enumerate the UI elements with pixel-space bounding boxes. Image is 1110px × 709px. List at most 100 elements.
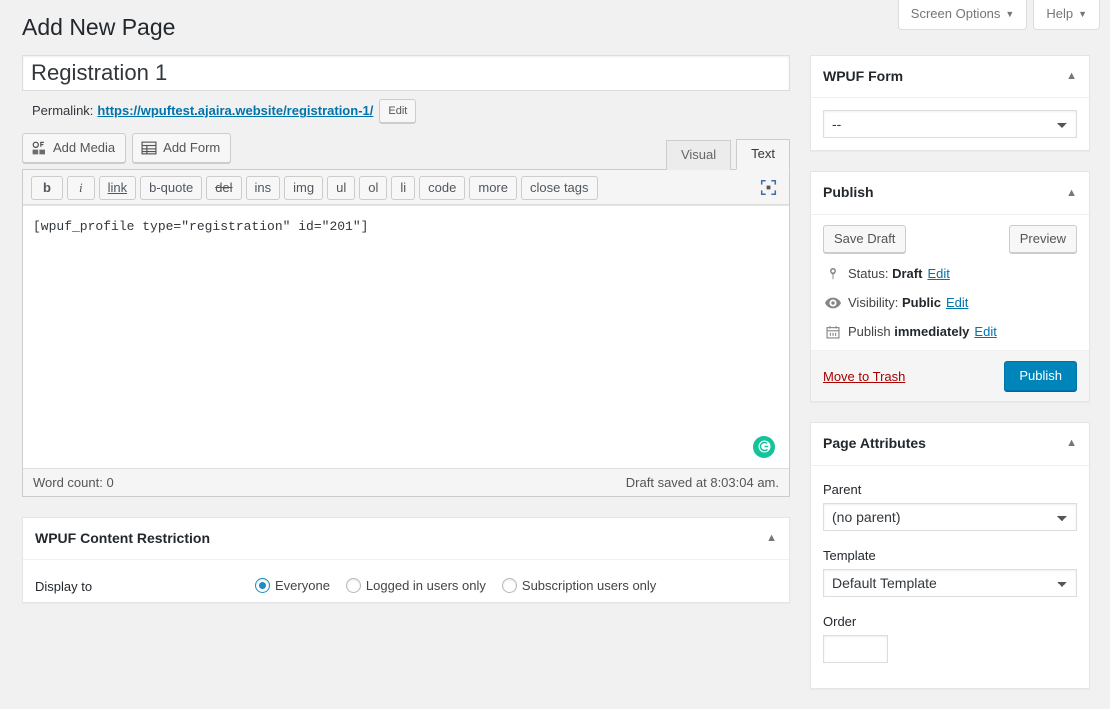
permalink-row: Permalink: https://wpuftest.ajaira.websi… — [22, 91, 790, 133]
quicktag-ol[interactable]: ol — [359, 175, 388, 200]
publish-visibility-row: Visibility: Public Edit — [811, 292, 1089, 313]
editor-content[interactable]: [wpuf_profile type="registration" id="20… — [23, 206, 789, 249]
edit-status-link[interactable]: Edit — [927, 266, 949, 281]
page-title-input[interactable] — [22, 54, 790, 91]
publish-time-value: immediately — [894, 324, 970, 340]
order-input[interactable] — [823, 634, 888, 663]
wpuf-content-restriction-box: WPUF Content Restriction ▲ Display to Ev… — [22, 516, 790, 604]
status-label: Status: — [848, 266, 889, 282]
page-attributes-title: Page Attributes — [823, 435, 926, 452]
publish-button[interactable]: Publish — [1004, 361, 1077, 392]
template-field-group: Template Default Template — [823, 544, 1077, 597]
quicktags-toolbar: b i link b-quote del ins img ul ol li co… — [23, 169, 789, 205]
pin-icon — [823, 267, 843, 281]
wpuf-form-box: WPUF Form ▲ -- — [810, 54, 1090, 152]
order-field-group: Order — [823, 610, 1077, 663]
add-form-button[interactable]: Add Form — [132, 132, 232, 163]
add-media-button[interactable]: Add Media — [22, 132, 127, 163]
media-icon — [31, 140, 47, 156]
radio-icon[interactable] — [255, 578, 270, 594]
chevron-down-icon: ▼ — [1078, 9, 1087, 19]
quicktag-more[interactable]: more — [469, 175, 517, 200]
page-attributes-body: Parent (no parent) Template Default Temp… — [811, 466, 1089, 688]
editor-box: b i link b-quote del ins img ul ol li co… — [22, 168, 790, 497]
chevron-up-icon[interactable]: ▲ — [766, 533, 777, 544]
quicktag-ins[interactable]: ins — [245, 175, 281, 200]
wpuf-form-select[interactable]: -- — [823, 110, 1077, 139]
tab-text[interactable]: Text — [736, 138, 790, 170]
page-attributes-header[interactable]: Page Attributes ▲ — [811, 423, 1089, 466]
display-to-row: Display to Everyone Logged in users only — [23, 560, 789, 602]
edit-publish-time-link[interactable]: Edit — [974, 324, 996, 339]
display-to-label: Display to — [35, 579, 93, 595]
visibility-value: Public — [901, 295, 941, 311]
help-button[interactable]: Help ▼ — [1033, 0, 1100, 31]
edit-permalink-button[interactable]: Edit — [379, 98, 417, 123]
publish-status-row: Status: Draft Edit — [811, 263, 1089, 284]
chevron-up-icon[interactable]: ▲ — [1066, 71, 1077, 82]
quicktag-bold[interactable]: b — [31, 175, 63, 200]
publish-box: Publish ▲ Save Draft Preview Status: Dra… — [810, 171, 1090, 403]
grammarly-icon[interactable] — [753, 435, 775, 458]
chevron-up-icon[interactable]: ▲ — [1066, 438, 1077, 449]
display-to-radio-group: Everyone Logged in users only Subscripti… — [255, 578, 657, 594]
editor-mode-tabs: Visual Text — [661, 138, 790, 170]
edit-visibility-link[interactable]: Edit — [946, 295, 968, 310]
add-form-label: Add Form — [163, 140, 221, 156]
add-media-label: Add Media — [53, 140, 116, 156]
fullscreen-icon[interactable] — [755, 175, 781, 201]
wpuf-form-title: WPUF Form — [823, 67, 904, 84]
draft-saved-status: Draft saved at 8:03:04 am. — [625, 474, 779, 490]
radio-label: Logged in users only — [365, 578, 486, 594]
word-count: Word count: 0 — [33, 474, 114, 490]
wpuf-form-body: -- — [811, 98, 1089, 150]
parent-field-group: Parent (no parent) — [823, 478, 1077, 531]
radio-option-subscription-users[interactable]: Subscription users only — [501, 578, 657, 594]
publish-major-actions: Move to Trash Publish — [811, 350, 1089, 402]
publish-header[interactable]: Publish ▲ — [811, 172, 1089, 216]
move-to-trash-link[interactable]: Move to Trash — [823, 369, 905, 384]
quicktag-code[interactable]: code — [419, 175, 466, 200]
preview-button[interactable]: Preview — [1008, 225, 1077, 254]
sidebar-column: WPUF Form ▲ -- Publish ▲ Save Draft Prev… — [810, 54, 1090, 709]
calendar-icon — [823, 325, 843, 339]
template-label: Template — [823, 547, 876, 563]
order-label: Order — [823, 613, 857, 629]
tab-visual[interactable]: Visual — [665, 139, 732, 170]
quicktag-ul[interactable]: ul — [327, 175, 356, 200]
save-draft-button[interactable]: Save Draft — [823, 225, 907, 254]
permalink-label: Permalink: — [32, 103, 94, 119]
media-buttons: Add Media Add Form — [22, 132, 232, 169]
help-label: Help — [1046, 6, 1074, 21]
editor-content-area[interactable]: [wpuf_profile type="registration" id="20… — [23, 204, 789, 468]
publish-schedule-row: Publish immediately Edit — [811, 321, 1089, 342]
radio-icon[interactable] — [501, 578, 517, 594]
parent-select[interactable]: (no parent) — [823, 502, 1077, 531]
radio-option-everyone[interactable]: Everyone — [255, 578, 330, 594]
main-column: Permalink: https://wpuftest.ajaira.websi… — [22, 54, 790, 624]
radio-option-logged-in-users[interactable]: Logged in users only — [345, 578, 486, 594]
status-value: Draft — [892, 266, 923, 282]
screen-options-button[interactable]: Screen Options ▼ — [897, 0, 1028, 31]
quicktag-del[interactable]: del — [206, 175, 242, 200]
screen-options-label: Screen Options — [910, 6, 1001, 21]
chevron-up-icon[interactable]: ▲ — [1066, 187, 1077, 199]
parent-label: Parent — [823, 481, 862, 497]
visibility-label: Visibility: — [848, 295, 899, 311]
radio-label: Subscription users only — [521, 578, 657, 594]
quicktag-b-quote[interactable]: b-quote — [140, 175, 203, 200]
wpuf-form-header[interactable]: WPUF Form ▲ — [811, 56, 1089, 99]
eye-icon — [823, 296, 843, 310]
quicktag-italic[interactable]: i — [66, 175, 95, 200]
radio-icon[interactable] — [345, 578, 361, 594]
publish-actions-top: Save Draft Preview — [811, 215, 1089, 263]
permalink-url[interactable]: https://wpuftest.ajaira.website/registra… — [97, 103, 373, 118]
template-select[interactable]: Default Template — [823, 568, 1077, 597]
quicktag-close-tags[interactable]: close tags — [520, 175, 598, 200]
form-grid-icon — [141, 140, 157, 156]
quicktag-link[interactable]: link — [98, 175, 137, 200]
quicktag-li[interactable]: li — [391, 175, 416, 200]
radio-label: Everyone — [275, 578, 330, 594]
wpuf-content-restriction-header[interactable]: WPUF Content Restriction ▲ — [23, 518, 789, 561]
quicktag-img[interactable]: img — [284, 175, 324, 200]
